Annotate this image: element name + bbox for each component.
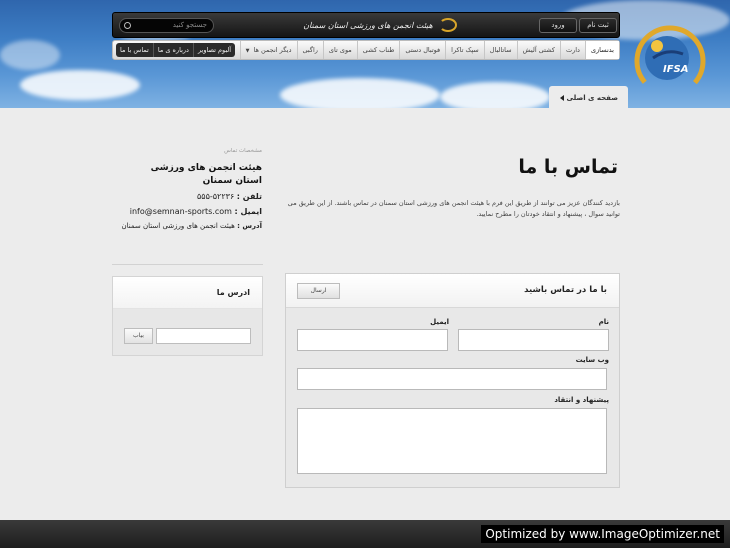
nav-item-darts[interactable]: دارت [559,41,585,59]
nav-item-contact[interactable]: تماس با ما [116,43,154,57]
cloud-decoration [440,82,550,108]
email-value[interactable]: info@semnan-sports.com [130,207,232,216]
suggestion-label: پیشنهاد و انتقاد [554,396,609,404]
nav-item-table-football[interactable]: فوتبال دستی [399,41,445,59]
ifsa-logo[interactable]: IFSA [623,18,718,98]
breadcrumb[interactable]: صفحه ی اصلی [549,86,628,108]
phone-label: تلفن : [236,192,262,201]
nav-item-about[interactable]: درباره ی ما [153,43,194,57]
footer: Optimized by www.ImageOptimizer.net [0,520,730,548]
nav-item-label: دیگر انجمن ها [253,46,292,54]
contact-info: مشخصات تماس هیئت انجمن های ورزشی استان س… [112,148,263,233]
register-button[interactable]: ثبت نام [579,18,617,33]
nav-item-tug-of-war[interactable]: طناب کشی [356,41,400,59]
address-widget: ادرس ما بیاب [112,276,263,356]
breadcrumb-home[interactable]: صفحه ی اصلی [567,94,619,102]
nav-item-bodybuilding[interactable]: بدنسازی [584,41,619,59]
search-input[interactable]: جستجو کنید [119,18,214,33]
nav-item-other-associations[interactable]: دیگر انجمن ها ▼ [239,41,297,59]
divider [112,264,263,265]
page-title: تماس با ما [518,156,618,178]
email-label: ایمیل [430,318,449,326]
address-value: هیئت انجمن های ورزشی استان سمنان [121,222,235,230]
address-widget-title: ادرس ما [113,277,262,309]
main-nav: بدنسازی دارت کشتی آلیش ساتالبال سپک تاکر… [112,40,620,60]
logo-text: IFSA [663,64,689,75]
organization-name: هیئت انجمن های ورزشی استان سمنان [150,163,262,186]
nav-item-sepak-takraw[interactable]: سپک تاکرا [445,41,484,59]
website-label: وب سایت [575,356,609,364]
suggestion-textarea[interactable] [297,408,607,474]
phone-value: ۵۲۲۳۶-۵۵۵ [196,192,235,201]
nav-item-muay-thai[interactable]: موی تای [322,41,357,59]
find-button[interactable]: بیاب [124,328,153,344]
address-search-input[interactable] [156,328,251,344]
cloud-decoration [20,70,140,100]
optimizer-watermark: Optimized by www.ImageOptimizer.net [481,525,724,543]
arrow-left-icon [560,95,564,101]
contact-form-header: با ما در تماس باشید ارسال [286,274,619,308]
email-field[interactable] [297,329,448,351]
page-description: بازدید کنندگان عزیز می توانند از طریق ای… [287,199,620,218]
nav-item-alish-wrestling[interactable]: کشتی آلیش [516,41,560,59]
address-line: آدرس : هیئت انجمن های ورزشی استان سمنان [112,220,263,233]
site-logo-icon [439,18,457,32]
contact-form-title: با ما در تماس باشید [524,285,607,295]
phone-line: تلفن : ۵۲۲۳۶-۵۵۵ [112,190,262,203]
contact-form: با ما در تماس باشید ارسال نام ایمیل وب س… [285,273,620,488]
name-field[interactable] [458,329,609,351]
name-label: نام [598,318,609,326]
website-field[interactable] [297,368,607,390]
cloud-decoration [280,78,440,108]
login-button[interactable]: ورود [539,18,577,33]
header-banner: جستجو کنید هیئت انجمن های ورزشی استان سم… [0,0,730,108]
search-icon[interactable] [124,22,131,29]
top-bar: جستجو کنید هیئت انجمن های ورزشی استان سم… [112,12,620,38]
email-label: ایمیل : [234,207,263,216]
send-button[interactable]: ارسال [297,283,340,299]
email-line: ایمیل : info@semnan-sports.com [112,205,262,218]
nav-item-rugby[interactable]: راگبی [296,41,323,59]
cloud-decoration [0,40,60,70]
contact-info-heading: مشخصات تماس [224,148,262,154]
site-title: هیئت انجمن های ورزشی استان سمنان [303,21,433,30]
chevron-down-icon: ▼ [245,48,250,54]
nav-item-sotalball[interactable]: ساتالبال [483,41,517,59]
search-placeholder: جستجو کنید [172,21,207,29]
address-label: آدرس : [237,222,262,230]
nav-item-gallery[interactable]: آلبوم تصاویر [193,43,236,57]
